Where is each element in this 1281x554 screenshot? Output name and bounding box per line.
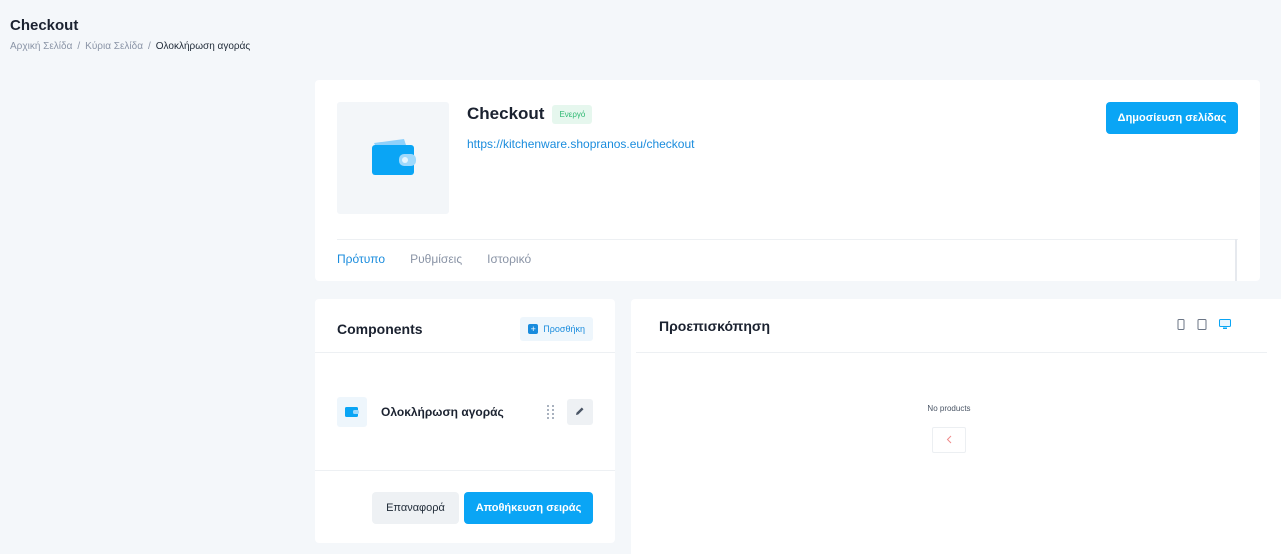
- divider: [1235, 239, 1237, 281]
- divider: [315, 352, 615, 353]
- page-tabs: Πρότυπο Ρυθμίσεις Ιστορικό: [337, 252, 531, 266]
- breadcrumb-separator: /: [148, 41, 151, 52]
- breadcrumb-separator: /: [77, 41, 81, 52]
- status-badge: Ενεργό: [552, 104, 593, 124]
- page-info-card: Checkout Ενεργό https://kitchenware.shop…: [315, 80, 1260, 281]
- edit-component-button[interactable]: [567, 399, 593, 425]
- empty-state-text: No products: [927, 404, 971, 413]
- device-switcher: [1177, 317, 1231, 335]
- components-card: Components + Προσθήκη Ολοκλήρωση αγοράς: [315, 299, 615, 543]
- wallet-icon: [337, 397, 367, 427]
- drag-handle-icon[interactable]: [547, 403, 555, 421]
- chevron-left-icon: [946, 431, 952, 449]
- wallet-icon: [370, 137, 416, 180]
- reset-button[interactable]: Επαναφορά: [372, 492, 459, 524]
- tablet-icon[interactable]: [1197, 317, 1207, 335]
- tab-template[interactable]: Πρότυπο: [337, 252, 385, 266]
- components-title: Components: [337, 321, 423, 337]
- page-header: Checkout Αρχική Σελίδα / Κύρια Σελίδα / …: [10, 17, 250, 52]
- divider: [636, 352, 1267, 353]
- divider: [315, 470, 615, 471]
- add-component-button[interactable]: + Προσθήκη: [520, 317, 593, 341]
- preview-title: Προεπισκόπηση: [659, 318, 771, 334]
- breadcrumb-main-page[interactable]: Κύρια Σελίδα: [85, 41, 143, 52]
- save-order-button[interactable]: Αποθήκευση σειράς: [464, 492, 593, 524]
- tab-settings[interactable]: Ρυθμίσεις: [410, 252, 462, 266]
- page-url-link[interactable]: https://kitchenware.shopranos.eu/checkou…: [467, 137, 694, 151]
- tab-history[interactable]: Ιστορικό: [487, 252, 531, 266]
- desktop-icon[interactable]: [1219, 317, 1231, 335]
- plus-icon: +: [528, 324, 539, 334]
- breadcrumb-current: Ολοκλήρωση αγοράς: [155, 41, 251, 52]
- breadcrumb-home[interactable]: Αρχική Σελίδα: [10, 41, 72, 52]
- previous-button[interactable]: [932, 427, 966, 453]
- component-item[interactable]: Ολοκλήρωση αγοράς: [337, 396, 593, 428]
- page-thumbnail: [337, 102, 449, 214]
- divider: [337, 239, 1238, 240]
- publish-page-button[interactable]: Δημοσίευση σελίδας: [1106, 102, 1238, 134]
- pencil-icon: [575, 403, 585, 421]
- page-title: Checkout: [10, 17, 79, 34]
- page-info: Checkout Ενεργό https://kitchenware.shop…: [467, 104, 694, 151]
- page-name: Checkout: [467, 104, 545, 123]
- component-label: Ολοκλήρωση αγοράς: [381, 405, 504, 419]
- add-component-label: Προσθήκη: [543, 324, 585, 334]
- preview-card: Προεπισκόπηση No products: [631, 299, 1281, 554]
- mobile-icon[interactable]: [1177, 317, 1185, 335]
- breadcrumb: Αρχική Σελίδα / Κύρια Σελίδα / Ολοκλήρωσ…: [10, 41, 250, 52]
